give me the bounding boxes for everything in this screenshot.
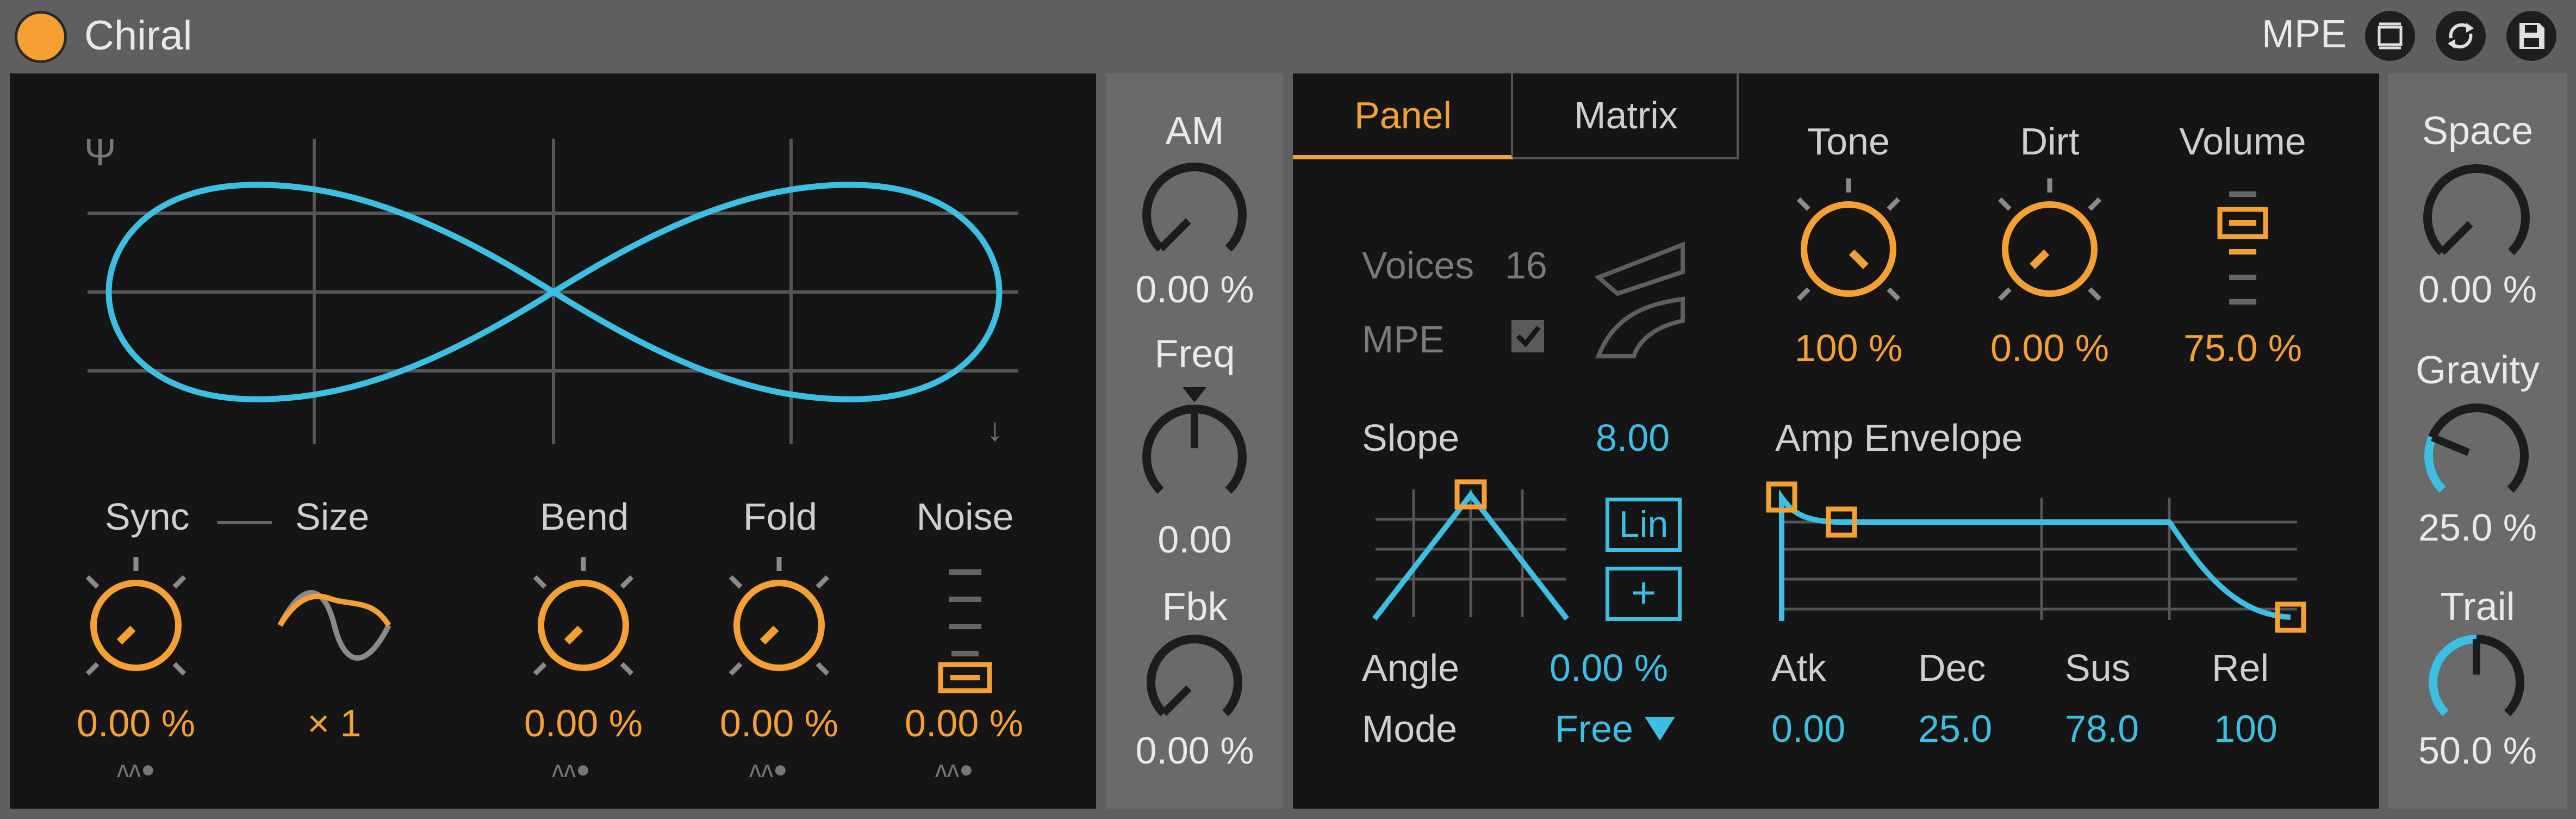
voices-value[interactable]: 16: [1505, 244, 1547, 287]
bend-mod-indicator[interactable]: ʌʌ●: [552, 756, 590, 783]
voices-label: Voices: [1362, 244, 1474, 287]
dirt-value: 0.00 %: [1990, 327, 2109, 369]
mode-value: Free: [1555, 708, 1633, 750]
dec-value[interactable]: 25.0: [1918, 707, 1992, 750]
title-bar: [0, 0, 2576, 71]
noise-mod-indicator[interactable]: ʌʌ●: [935, 756, 974, 783]
device-title: Chiral: [84, 13, 192, 59]
device-icon[interactable]: [2365, 11, 2415, 61]
volume-slider[interactable]: [2216, 188, 2270, 307]
mpe-checkbox[interactable]: [1510, 319, 1545, 353]
refresh-icon[interactable]: [2436, 11, 2486, 61]
sync-mod-indicator[interactable]: ʌʌ●: [117, 756, 155, 783]
fbk-value: 0.00 %: [1135, 729, 1254, 772]
rel-value[interactable]: 100: [2214, 707, 2278, 750]
angle-label: Angle: [1362, 647, 1460, 689]
amp-envelope-title: Amp Envelope: [1775, 417, 2023, 459]
mode-dropdown[interactable]: Free: [1552, 705, 1683, 754]
angle-value[interactable]: 0.00 %: [1550, 646, 1668, 690]
noise-value: 0.00 %: [905, 702, 1023, 744]
sus-label: Sus: [2065, 647, 2131, 689]
noise-slider[interactable]: [935, 566, 995, 696]
freq-label: Freq: [1154, 332, 1235, 376]
sus-value[interactable]: 78.0: [2065, 707, 2139, 750]
size-value: × 1: [307, 702, 362, 744]
tone-label: Tone: [1807, 120, 1890, 163]
sync-value: 0.00 %: [77, 702, 195, 744]
bend-value: 0.00 %: [524, 702, 643, 744]
rel-label: Rel: [2212, 647, 2269, 689]
am-value: 0.00 %: [1135, 268, 1254, 311]
mpe-label: MPE: [2262, 13, 2347, 56]
volume-value: 75.0 %: [2183, 327, 2302, 369]
tone-value: 100 %: [1794, 327, 1903, 369]
slope-label: Slope: [1362, 417, 1460, 459]
tab-matrix-label: Matrix: [1574, 94, 1678, 136]
chevron-down-icon: [1645, 717, 1675, 741]
fold-label: Fold: [743, 495, 818, 538]
plus-button-label: +: [1631, 568, 1657, 617]
sync-size-link: [217, 521, 272, 524]
trail-value: 50.0 %: [2418, 729, 2537, 772]
mode-label: Mode: [1362, 708, 1458, 750]
amp-envelope-display[interactable]: [1766, 479, 2319, 633]
dirt-label: Dirt: [2020, 120, 2080, 163]
tuning-fork-icon: Ψ: [84, 131, 116, 173]
slope-display[interactable]: [1370, 479, 1571, 625]
atk-value[interactable]: 0.00: [1771, 707, 1845, 750]
lissajous-display[interactable]: [10, 73, 1096, 465]
fold-mod-indicator[interactable]: ʌʌ●: [749, 756, 788, 783]
dec-label: Dec: [1918, 647, 1986, 689]
lin-button-label: Lin: [1619, 504, 1669, 545]
arrow-down-icon[interactable]: ↓: [987, 411, 1003, 448]
mpe-toggle-label: MPE: [1362, 318, 1445, 361]
sync-label: Sync: [105, 495, 190, 538]
tab-panel-label: Panel: [1354, 94, 1452, 136]
gravity-value: 25.0 %: [2418, 506, 2537, 549]
power-toggle[interactable]: [15, 11, 67, 63]
bend-label: Bend: [540, 495, 629, 538]
noise-label: Noise: [916, 495, 1014, 538]
space-value: 0.00 %: [2418, 268, 2537, 311]
slope-value[interactable]: 8.00: [1596, 416, 1670, 460]
fold-value: 0.00 %: [720, 702, 838, 744]
logo-glyph-icon: [1594, 241, 1685, 358]
atk-label: Atk: [1771, 647, 1827, 689]
save-icon[interactable]: [2506, 11, 2556, 61]
wave-shape-icon[interactable]: [275, 576, 394, 674]
size-label: Size: [295, 495, 370, 538]
freq-value: 0.00: [1158, 518, 1232, 561]
volume-label: Volume: [2179, 120, 2306, 163]
